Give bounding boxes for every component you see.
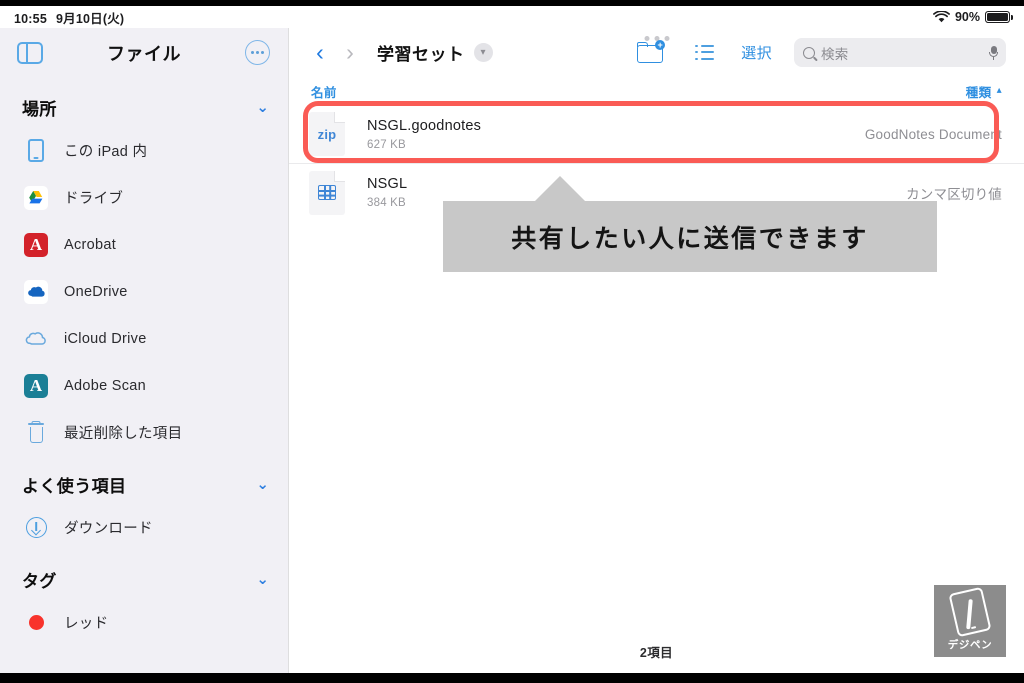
sidebar-item-recently-deleted[interactable]: 最近削除した項目	[0, 409, 288, 456]
sidebar-toggle-icon[interactable]	[17, 41, 43, 64]
chevron-down-icon[interactable]: ⌄	[256, 100, 269, 115]
status-bar-right: 90%	[933, 10, 1013, 24]
watermark-logo: デジペン	[934, 585, 1006, 657]
csv-file-icon	[309, 170, 345, 215]
sidebar: ファイル 場所 ⌄ この iPad 内 ドライブ A Acrobat OneDr…	[0, 28, 289, 673]
sidebar-item-label: レッド	[64, 616, 109, 632]
sidebar-item-label: ドライブ	[64, 191, 124, 207]
column-header-kind-label: 種類	[965, 85, 992, 100]
sidebar-item-label: Adobe Scan	[64, 377, 147, 394]
search-icon	[803, 46, 815, 59]
adobe-scan-icon: A	[24, 373, 48, 398]
red-dot-icon	[24, 611, 48, 635]
search-placeholder: 検索	[821, 46, 849, 62]
callout-arrow	[534, 176, 586, 202]
sidebar-section-title: 場所	[22, 99, 57, 119]
trash-icon	[24, 421, 48, 445]
onedrive-icon	[24, 279, 48, 304]
chevron-left-icon[interactable]: ‹	[305, 41, 335, 64]
sidebar-section-title: よく使う項目	[22, 476, 127, 496]
search-input[interactable]: 検索	[794, 38, 1006, 67]
chevron-down-icon[interactable]: ▾	[473, 43, 493, 62]
callout-banner: 共有したい人に送信できます	[443, 201, 937, 272]
google-drive-icon	[24, 185, 48, 210]
tablet-pen-icon	[948, 586, 992, 638]
sort-caret-up-icon: ▴	[996, 85, 1002, 96]
sidebar-item-downloads[interactable]: ダウンロード	[0, 504, 288, 551]
device-bezel-bottom	[0, 673, 1024, 683]
sidebar-item-label: この iPad 内	[64, 144, 148, 160]
sidebar-item-adobe-scan[interactable]: A Adobe Scan	[0, 362, 288, 409]
breadcrumb-folder-title: 学習セット	[377, 45, 465, 64]
sidebar-item-label: Acrobat	[64, 236, 117, 253]
sidebar-item-label: 最近削除した項目	[64, 426, 183, 442]
sidebar-section-title: タグ	[22, 571, 57, 591]
sidebar-item-label: ダウンロード	[64, 521, 153, 537]
sidebar-item-label: OneDrive	[64, 283, 128, 300]
file-info: NSGL 384 KB	[367, 176, 407, 209]
sidebar-header: ファイル	[0, 28, 288, 77]
item-count-label: 2項目	[639, 645, 674, 660]
column-header-kind[interactable]: 種類 ▴	[966, 82, 1002, 101]
watermark-label: デジペン	[947, 639, 993, 651]
microphone-icon[interactable]	[989, 45, 998, 60]
zip-file-icon-label: zip	[317, 126, 337, 142]
detail-pane: ‹ › 学習セット ▾ + 選択 検索 名前 種類 ▴ zip NSGL.goo…	[289, 28, 1024, 673]
file-size: 384 KB	[367, 197, 406, 209]
screen-root: 10:55 9月10日(火) 90% ファイル 場所 ⌄ この iPad 内 ド…	[0, 0, 1024, 683]
file-kind: GoodNotes Document	[864, 126, 1002, 142]
chevron-down-icon[interactable]: ⌄	[256, 572, 269, 587]
sidebar-item-label: iCloud Drive	[64, 330, 147, 347]
list-view-icon[interactable]	[695, 45, 715, 60]
file-name: NSGL.goodnotes	[367, 117, 482, 134]
ipad-screen: 10:55 9月10日(火) 90% ファイル 場所 ⌄ この iPad 内 ド…	[0, 6, 1024, 673]
sidebar-scroll[interactable]: 場所 ⌄ この iPad 内 ドライブ A Acrobat OneDrive i…	[0, 77, 288, 673]
file-kind: カンマ区切り値	[906, 186, 1002, 202]
sidebar-item-onedrive[interactable]: OneDrive	[0, 268, 288, 315]
adobe-acrobat-icon: A	[24, 232, 48, 257]
file-info: NSGL.goodnotes 627 KB	[367, 118, 481, 151]
icloud-drive-icon	[24, 327, 48, 351]
ipad-icon	[24, 139, 48, 163]
status-time: 10:55	[14, 11, 47, 26]
download-circle-icon	[24, 516, 48, 540]
chevron-right-icon[interactable]: ›	[335, 41, 365, 64]
battery-percent: 90%	[954, 10, 980, 24]
select-button[interactable]: 選択	[741, 42, 772, 63]
sidebar-item-tag-red[interactable]: レッド	[0, 599, 288, 646]
sidebar-title: ファイル	[107, 43, 181, 64]
sidebar-item-acrobat[interactable]: A Acrobat	[0, 221, 288, 268]
sidebar-item-drive[interactable]: ドライブ	[0, 174, 288, 221]
sidebar-item-icloud-drive[interactable]: iCloud Drive	[0, 315, 288, 362]
main-split: ファイル 場所 ⌄ この iPad 内 ドライブ A Acrobat OneDr…	[0, 28, 1024, 673]
callout-text: 共有したい人に送信できます	[511, 224, 869, 253]
column-header-name[interactable]: 名前	[311, 82, 337, 101]
status-bar: 10:55 9月10日(火) 90%	[0, 6, 1024, 28]
more-ellipsis-icon[interactable]	[245, 40, 270, 65]
item-count-footer: 2項目	[289, 629, 1024, 673]
chevron-down-icon[interactable]: ⌄	[256, 477, 269, 492]
zip-file-icon: zip	[309, 112, 345, 156]
column-headers: 名前 種類 ▴	[289, 77, 1024, 105]
sidebar-item-this-ipad[interactable]: この iPad 内	[0, 127, 288, 174]
sidebar-section-locations-header[interactable]: 場所 ⌄	[0, 87, 288, 127]
file-size: 627 KB	[367, 138, 406, 151]
sidebar-section-favorites-header[interactable]: よく使う項目 ⌄	[0, 464, 288, 504]
status-date: 9月10日(火)	[55, 11, 125, 26]
sidebar-section-tags-header[interactable]: タグ ⌄	[0, 559, 288, 599]
status-bar-left: 10:55 9月10日(火)	[14, 8, 124, 27]
battery-icon	[985, 11, 1013, 23]
file-name: NSGL	[367, 176, 408, 192]
table-row[interactable]: zip NSGL.goodnotes 627 KB GoodNotes Docu…	[289, 105, 1024, 163]
wifi-icon	[933, 11, 950, 23]
new-folder-icon[interactable]: +	[637, 40, 666, 63]
file-list: zip NSGL.goodnotes 627 KB GoodNotes Docu…	[289, 101, 1024, 629]
